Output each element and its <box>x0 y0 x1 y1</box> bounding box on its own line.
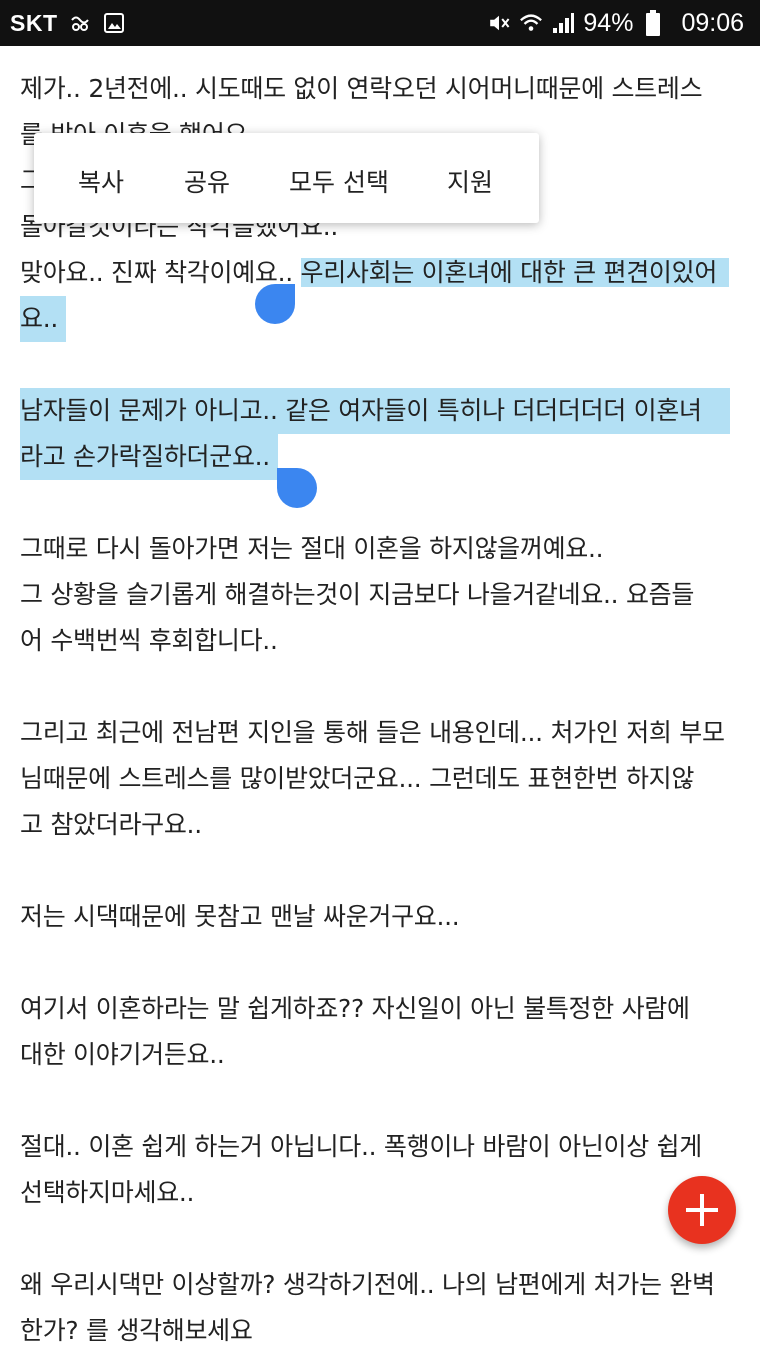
carrier-name: SKT <box>10 9 58 36</box>
selected-text: 요.. <box>20 296 66 342</box>
gallery-notification-icon <box>102 11 126 35</box>
assist-menu-item[interactable]: 지원 <box>447 163 493 199</box>
text-line: 고 참았더라구요.. <box>20 810 202 839</box>
text-line: 남자들이 문제가 아니고.. 같은 여자들이 특히나 더더더더더 이혼녀 <box>20 388 742 434</box>
data-usage-icon <box>68 11 92 35</box>
battery-icon <box>641 10 665 36</box>
selected-text: 우리사회는 이혼녀에 대한 큰 편견이있어 <box>300 258 730 287</box>
select-all-menu-item[interactable]: 모두 선택 <box>289 163 389 199</box>
text-line: 여기서 이혼하라는 말 쉽게하죠?? 자신일이 아닌 불특정한 사람에 <box>20 994 690 1023</box>
text-line-mixed: 맞아요.. 진짜 착각이예요.. 우리사회는 이혼녀에 대한 큰 편견이있어 <box>20 250 742 296</box>
text-line: 님때문에 스트레스를 많이받았더군요... 그런데도 표현한번 하지않 <box>20 764 695 793</box>
text-line: 한가? 를 생각해보세요 <box>20 1316 253 1345</box>
selection-end-handle[interactable] <box>277 468 317 508</box>
wifi-icon <box>519 11 543 35</box>
article-body[interactable]: 제가.. 2년전에.. 시도때도 없이 연락오던 시어머니때문에 스트레스 를 … <box>20 66 742 1354</box>
text-segment: 맞아요.. 진짜 착각이예요.. <box>20 258 301 287</box>
text-line: 그리고 최근에 전남편 지인을 통해 들은 내용인데... 처가인 저희 부모 <box>20 718 725 747</box>
text-line: 그때로 다시 돌아가면 저는 절대 이혼을 하지않을꺼예요.. <box>20 534 604 563</box>
share-menu-item[interactable]: 공유 <box>184 163 230 199</box>
status-bar: SKT 94% 09:06 <box>0 0 760 46</box>
battery-percent: 94% <box>583 8 634 37</box>
text-line: 어 수백번씩 후회합니다.. <box>20 626 278 655</box>
text-line: 대한 이야기거든요.. <box>20 1040 225 1069</box>
text-selection-menu: 복사 공유 모두 선택 지원 <box>34 133 539 223</box>
text-line: 저는 시댁때문에 못참고 맨날 싸운거구요... <box>20 902 460 931</box>
text-line: 제가.. 2년전에.. 시도때도 없이 연락오던 시어머니때문에 스트레스 <box>20 74 703 103</box>
text-line: 라고 손가락질하더군요.. <box>20 434 742 480</box>
text-line: 왜 우리시댁만 이상할까? 생각하기전에.. 나의 남편에게 처가는 완벽 <box>20 1270 715 1299</box>
add-button[interactable] <box>668 1176 736 1244</box>
text-line: 선택하지마세요.. <box>20 1178 195 1207</box>
text-line: 그 상황을 슬기롭게 해결하는것이 지금보다 나을거같네요.. 요즘들 <box>20 580 695 609</box>
mute-icon <box>487 11 511 35</box>
text-line: 요.. <box>20 296 742 342</box>
selected-text: 남자들이 문제가 아니고.. 같은 여자들이 특히나 더더더더더 이혼녀 <box>20 388 730 434</box>
selection-start-handle[interactable] <box>255 284 295 324</box>
clock: 09:06 <box>681 8 744 37</box>
copy-menu-item[interactable]: 복사 <box>78 163 124 199</box>
text-line: 절대.. 이혼 쉽게 하는거 아닙니다.. 폭행이나 바람이 아닌이상 쉽게 <box>20 1132 702 1161</box>
selected-text: 라고 손가락질하더군요.. <box>20 434 278 480</box>
signal-icon <box>551 11 575 35</box>
